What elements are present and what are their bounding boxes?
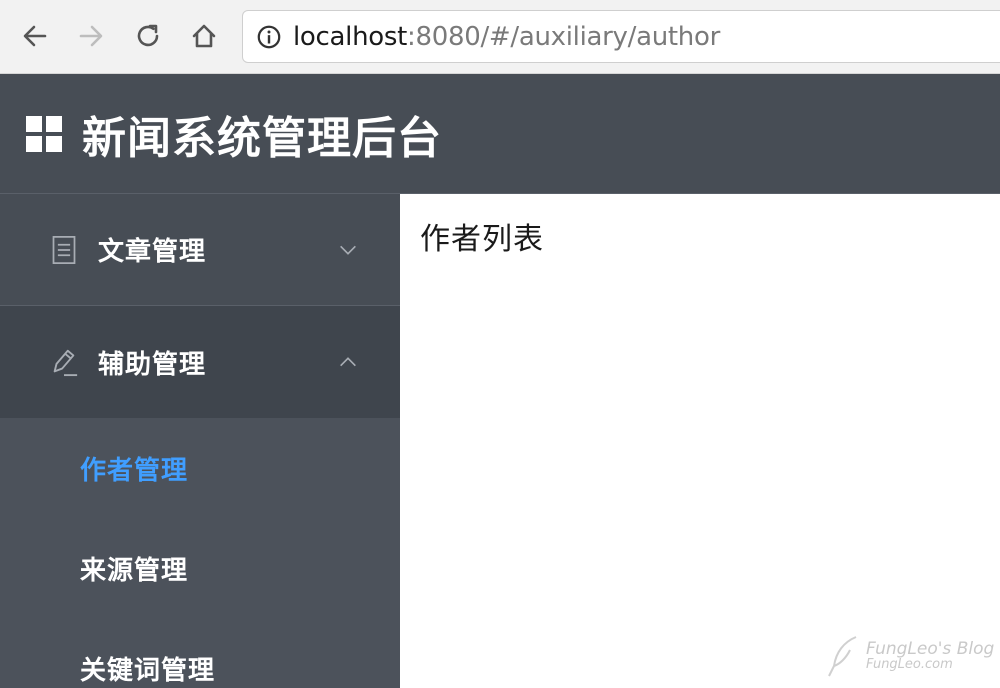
address-bar[interactable]: localhost:8080/#/auxiliary/author	[242, 10, 1000, 63]
url-host: localhost	[293, 21, 408, 52]
forward-arrow-icon	[79, 25, 103, 47]
pencil-icon	[48, 344, 80, 380]
reload-button[interactable]	[131, 19, 165, 53]
forward-button[interactable]	[74, 19, 108, 53]
app-header: 新闻系统管理后台	[0, 74, 1000, 194]
watermark-site: FungLeo.com	[866, 657, 953, 673]
sidebar-item-source[interactable]: 来源管理	[0, 518, 400, 618]
sidebar-group-label: 文章管理	[98, 237, 207, 267]
sidebar-item-keyword[interactable]: 关键词管理	[0, 618, 400, 688]
home-button[interactable]	[187, 19, 221, 53]
page-title: 作者列表	[420, 222, 544, 257]
browser-toolbar: localhost:8080/#/auxiliary/author	[0, 0, 1000, 74]
app-title: 新闻系统管理后台	[82, 112, 442, 164]
main-content: 作者列表	[400, 194, 1000, 688]
url-text[interactable]: localhost:8080/#/auxiliary/author	[293, 22, 720, 52]
sidebar-group-auxiliary[interactable]: 辅助管理	[0, 306, 400, 418]
back-button[interactable]	[18, 19, 52, 53]
sidebar: 文章管理 辅助管理 作者管理 来源管理 关键词管理	[0, 194, 400, 688]
document-icon	[48, 232, 80, 268]
watermark-title: FungLeo's Blog	[866, 638, 995, 659]
grid-icon	[26, 115, 62, 152]
submenu-auxiliary: 作者管理 来源管理 关键词管理	[0, 418, 400, 688]
home-icon	[192, 24, 216, 48]
chevron-up-icon	[336, 350, 360, 374]
info-icon[interactable]	[255, 23, 283, 51]
watermark: FungLeo's Blog FungLeo.com	[826, 632, 996, 680]
back-arrow-icon	[23, 25, 47, 47]
url-path: :8080/#/auxiliary/author	[407, 21, 720, 52]
feather-icon	[828, 636, 857, 677]
reload-icon	[137, 24, 159, 47]
sidebar-group-articles[interactable]: 文章管理	[0, 194, 400, 306]
sidebar-group-label: 辅助管理	[98, 349, 207, 380]
chevron-down-icon	[336, 238, 360, 262]
sidebar-item-author[interactable]: 作者管理	[0, 418, 400, 518]
